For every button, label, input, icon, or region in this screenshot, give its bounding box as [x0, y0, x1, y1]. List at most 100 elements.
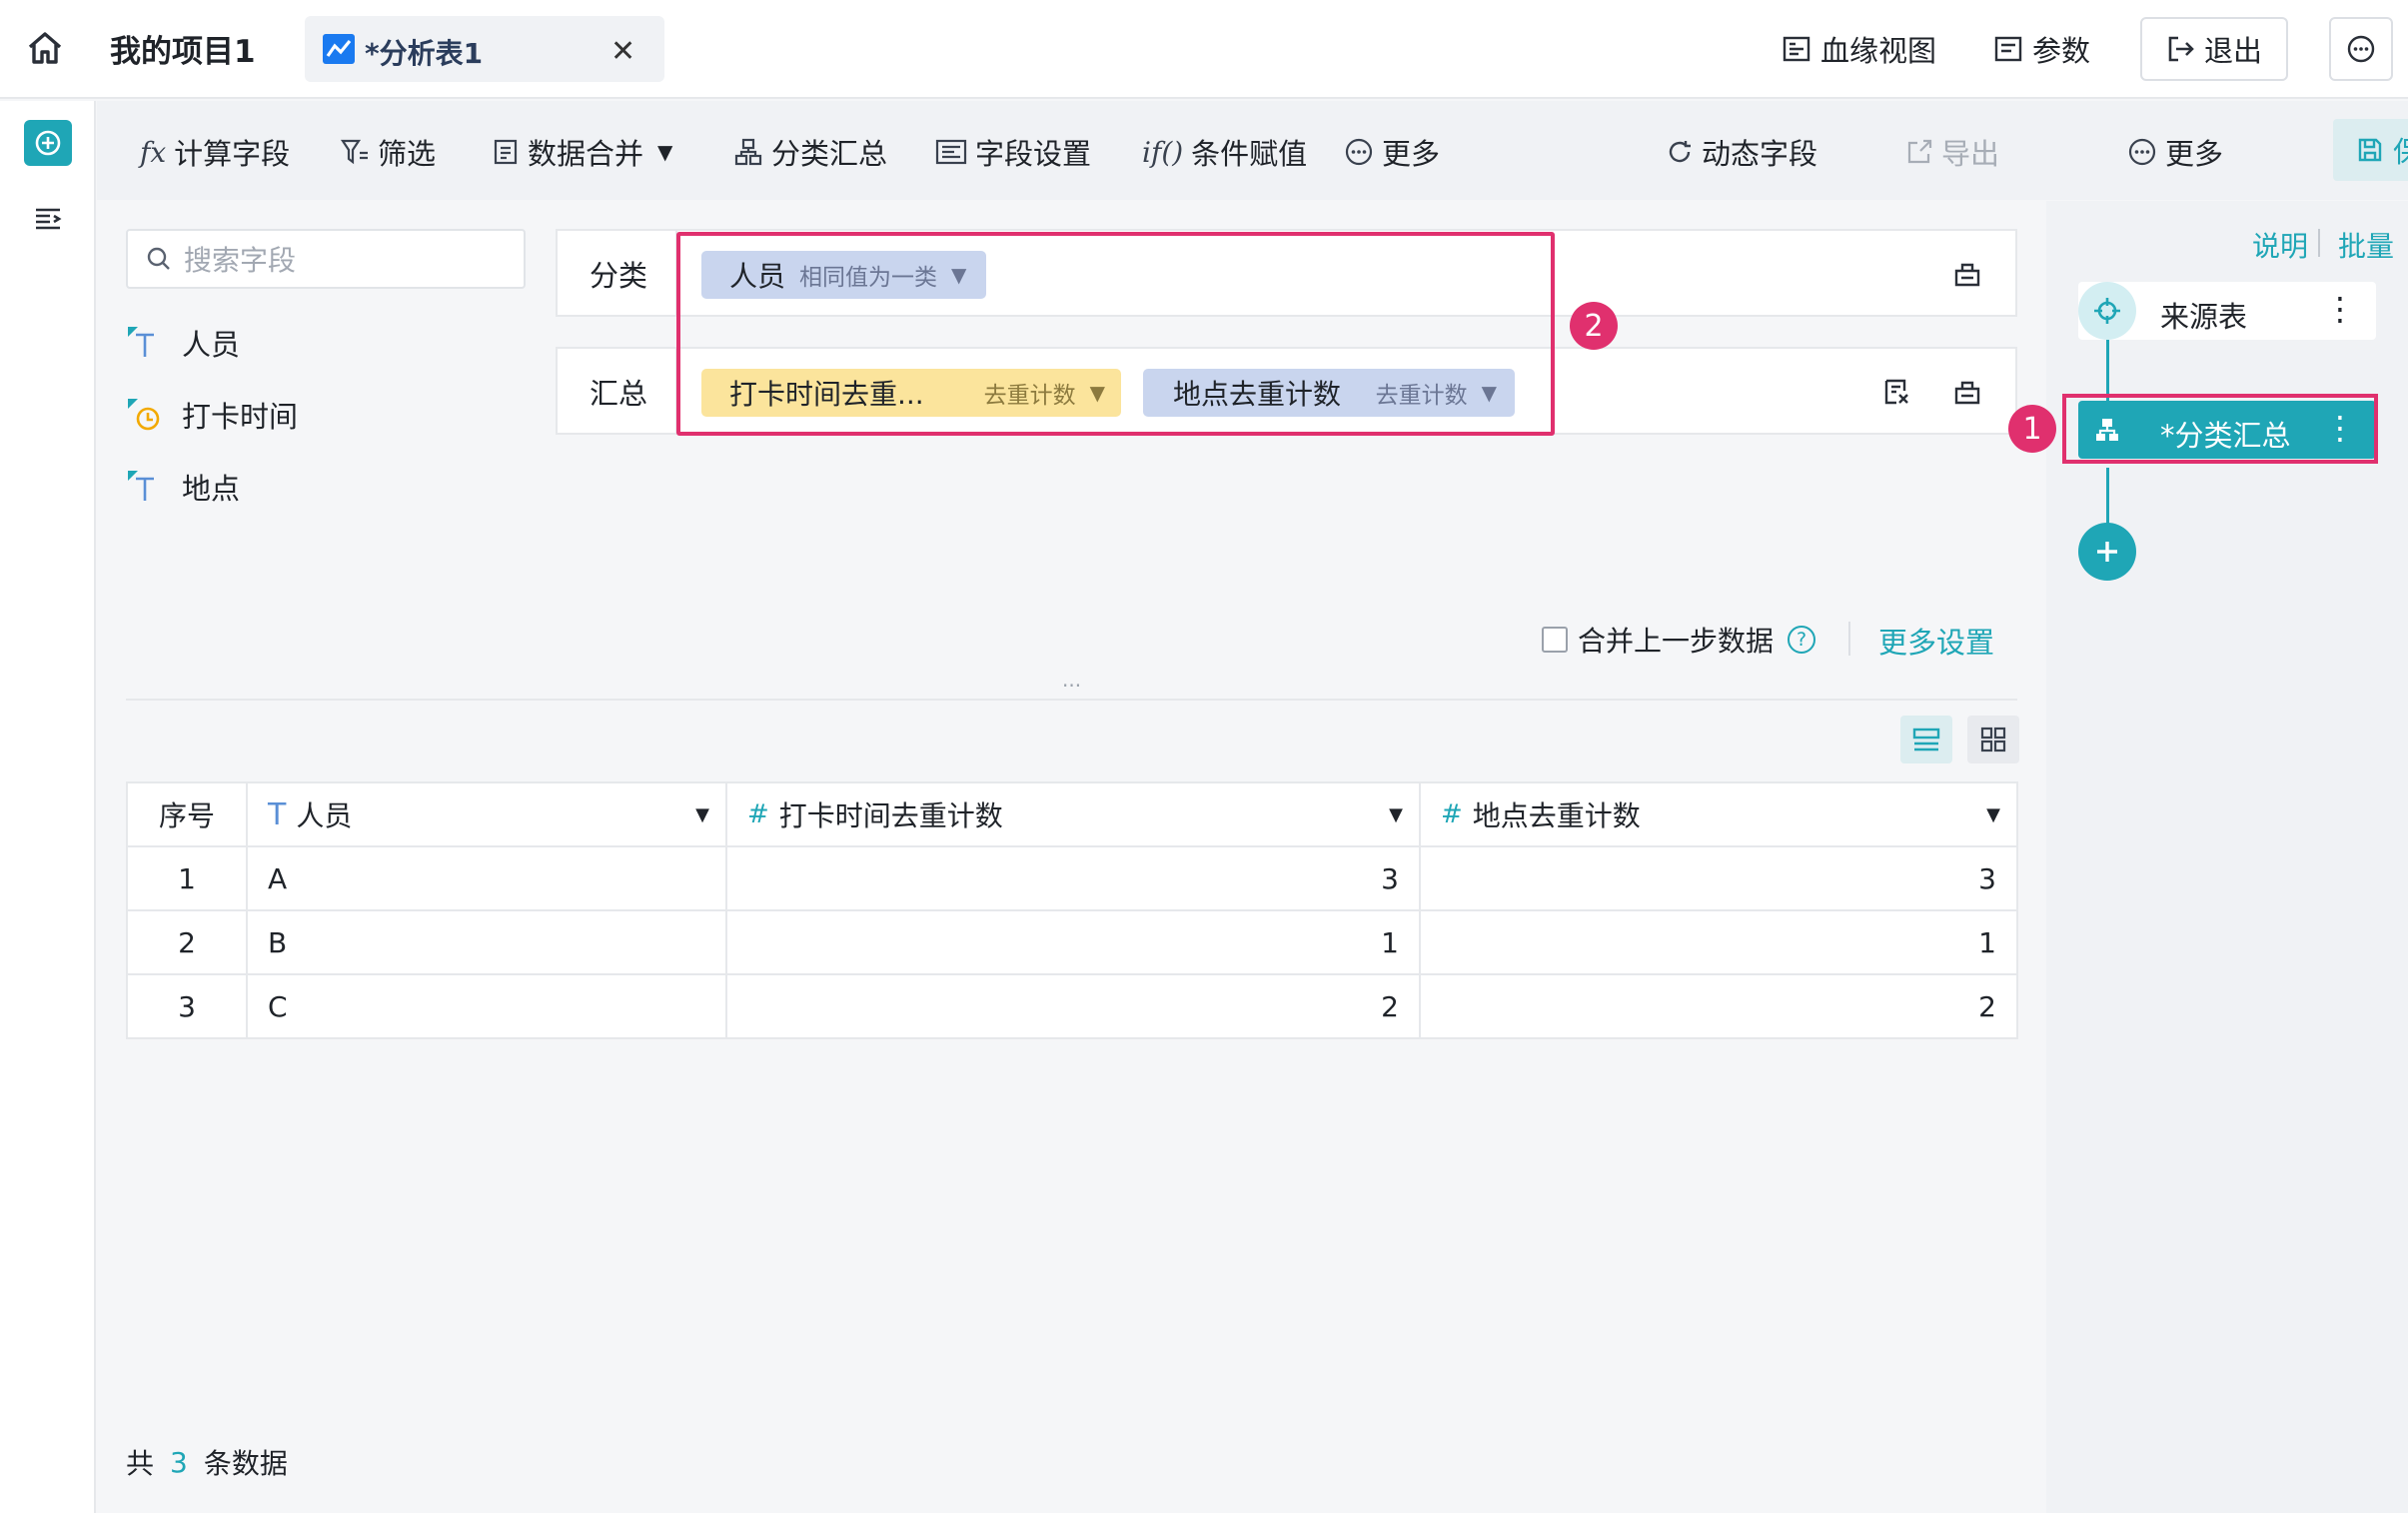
row-count: 共 3 条数据: [126, 1442, 288, 1482]
cell-checkin-count: 3: [725, 845, 1421, 911]
divider: [1848, 622, 1850, 656]
header-label: 人员: [296, 799, 353, 832]
add-step-node[interactable]: [2078, 523, 2136, 581]
params-button[interactable]: 参数: [1994, 28, 2090, 70]
more-actions-button[interactable]: 更多: [2127, 131, 2223, 173]
help-icon[interactable]: ?: [1788, 626, 1816, 654]
calc-field-button[interactable]: fx 计算字段: [140, 131, 290, 173]
header-seq: 序号: [126, 781, 248, 847]
field-label: 人员: [182, 328, 241, 362]
more-tools-button[interactable]: 更多: [1344, 131, 1440, 173]
header-person[interactable]: T 人员 ▼: [246, 781, 727, 847]
kebab-menu-icon[interactable]: ⋮: [2324, 290, 2356, 328]
save-icon: [2357, 137, 2383, 163]
merge-button[interactable]: 数据合并 ▼: [492, 131, 672, 173]
table-header-row: 序号 T 人员 ▼ # 打卡时间去重计数 ▼ # 地点去重计数 ▼: [126, 781, 2018, 847]
cell-person: A: [246, 845, 727, 911]
filter-button[interactable]: 筛选: [340, 131, 436, 173]
count-prefix: 共: [126, 1447, 155, 1480]
lineage-label: 血缘视图: [1820, 34, 1937, 68]
left-rail: [0, 101, 96, 1513]
caret-down-icon[interactable]: ▼: [695, 804, 709, 825]
merge-prev-checkbox[interactable]: [1542, 627, 1568, 653]
tab-analysis-1[interactable]: *分析表1 ✕: [305, 16, 664, 82]
summary-label: 汇总: [590, 377, 648, 411]
cell-person: C: [246, 973, 727, 1039]
count-value: 3: [170, 1445, 188, 1479]
grid-view-button[interactable]: [1967, 716, 2019, 763]
field-settings-label: 字段设置: [975, 137, 1092, 171]
more-options-button[interactable]: [2329, 17, 2393, 81]
more-tools-label: 更多: [1382, 137, 1441, 171]
caret-down-icon: ▼: [657, 140, 673, 164]
exit-button[interactable]: 退出: [2140, 17, 2288, 81]
tab-label: *分析表1: [365, 37, 484, 70]
annotation-badge-2: 2: [1570, 302, 1618, 350]
header-location-count[interactable]: # 地点去重计数 ▼: [1419, 781, 2018, 847]
cell-seq: 3: [126, 973, 248, 1039]
fx-icon: fx: [140, 135, 167, 169]
clear-icon[interactable]: [1952, 259, 1982, 289]
text-field-icon: [126, 469, 162, 505]
outline-icon[interactable]: [34, 207, 62, 231]
text-type-icon: T: [268, 796, 287, 832]
dynamic-field-button[interactable]: 动态字段: [1666, 131, 1817, 173]
group-summary-button[interactable]: 分类汇总: [733, 131, 887, 173]
field-settings-button[interactable]: 字段设置: [935, 131, 1091, 173]
ellipsis-circle-icon: [2346, 34, 2376, 64]
merge-icon: [492, 137, 520, 167]
close-icon[interactable]: ✕: [610, 34, 635, 69]
time-field-icon: [126, 397, 162, 433]
filter-label: 筛选: [378, 137, 437, 171]
field-item-location[interactable]: 地点: [126, 466, 240, 508]
add-step-button[interactable]: [24, 120, 72, 166]
resize-handle[interactable]: ...: [1062, 668, 1081, 692]
conditional-assign-button[interactable]: if() 条件赋值: [1142, 131, 1307, 173]
explain-link[interactable]: 说明: [2252, 225, 2308, 265]
merge-prev-option[interactable]: 合并上一步数据 ?: [1542, 620, 1816, 660]
cell-seq: 2: [126, 909, 248, 975]
filter-icon: [340, 137, 370, 167]
home-icon[interactable]: [26, 30, 70, 70]
list-view-button[interactable]: [1900, 716, 1952, 763]
header-label: 打卡时间去重计数: [778, 799, 1003, 832]
merge-label: 数据合并: [528, 137, 644, 171]
params-label: 参数: [2032, 34, 2091, 68]
annotation-badge-1: 1: [2008, 405, 2056, 453]
caret-down-icon[interactable]: ▼: [1389, 804, 1403, 825]
cell-checkin-count: 2: [725, 973, 1421, 1039]
step-source-table[interactable]: 来源表 ⋮: [2078, 282, 2376, 340]
cell-seq: 1: [126, 845, 248, 911]
table-row: 2 B 1 1: [126, 909, 2018, 975]
clear-icon[interactable]: [1952, 377, 1982, 407]
field-item-checkin-time[interactable]: 打卡时间: [126, 394, 298, 436]
conditional-label: 条件赋值: [1191, 137, 1308, 171]
table-row: 3 C 2 2: [126, 973, 2018, 1039]
refresh-icon: [1666, 138, 1694, 166]
lineage-view-button[interactable]: 血缘视图: [1783, 28, 1936, 70]
list-view-icon: [1912, 727, 1940, 753]
search-icon: [146, 246, 172, 272]
more-actions-label: 更多: [2165, 137, 2224, 171]
caret-down-icon[interactable]: ▼: [1986, 804, 2000, 825]
plus-icon: [2093, 538, 2121, 566]
params-icon: [1994, 36, 2022, 62]
count-suffix: 条数据: [203, 1447, 288, 1480]
remove-summary-icon[interactable]: [1882, 377, 1912, 407]
field-settings-icon: [935, 138, 967, 166]
step-label: 来源表: [2160, 300, 2248, 334]
logout-icon: [2166, 35, 2194, 63]
field-label: 打卡时间: [182, 400, 299, 434]
save-button[interactable]: 保存: [2333, 119, 2408, 181]
field-item-person[interactable]: 人员: [126, 322, 240, 364]
divider: [2318, 229, 2320, 257]
search-input[interactable]: 搜索字段: [126, 229, 526, 289]
export-button[interactable]: 导出: [1905, 131, 1999, 173]
batch-link[interactable]: 批量: [2338, 225, 2394, 265]
toolbar: fx 计算字段 筛选 数据合并 ▼ 分类汇总 字段设置 if() 条件赋值 更多: [97, 101, 2408, 200]
dynamic-field-label: 动态字段: [1702, 137, 1818, 171]
step-connector: [2106, 340, 2109, 402]
more-settings-link[interactable]: 更多设置: [1878, 620, 1994, 662]
cell-location-count: 1: [1419, 909, 2018, 975]
header-checkin-count[interactable]: # 打卡时间去重计数 ▼: [725, 781, 1421, 847]
